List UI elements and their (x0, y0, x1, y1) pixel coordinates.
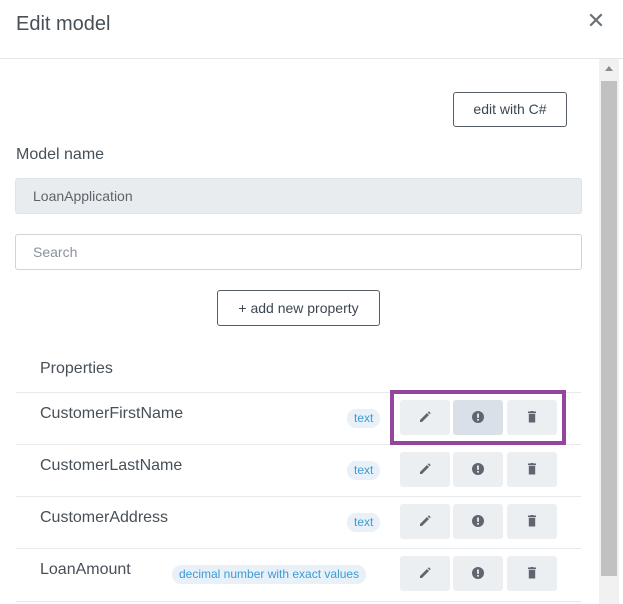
pencil-icon (420, 411, 431, 422)
property-row: CustomerLastName text (16, 444, 581, 497)
trash-icon (528, 515, 536, 527)
pencil-icon (420, 463, 431, 474)
close-icon[interactable]: ✕ (585, 10, 607, 32)
pencil-icon (420, 515, 431, 526)
edit-property-button[interactable] (400, 452, 450, 487)
edit-property-button[interactable] (400, 400, 450, 435)
trash-icon (528, 463, 536, 475)
property-validation-button[interactable] (453, 504, 503, 539)
delete-property-button[interactable] (507, 556, 557, 591)
properties-heading: Properties (40, 360, 113, 377)
delete-property-button[interactable] (507, 504, 557, 539)
property-validation-button[interactable] (453, 400, 503, 435)
dialog-title: Edit model (16, 13, 111, 35)
property-name: CustomerFirstName (40, 405, 184, 422)
exclamation-circle-icon (472, 411, 484, 423)
property-row: LoanAmount decimal number with exact val… (16, 548, 581, 602)
property-validation-button[interactable] (453, 452, 503, 487)
property-type-badge: decimal number with exact values (172, 565, 367, 584)
property-type-badge: text (347, 461, 381, 480)
property-name: LoanAmount (40, 561, 131, 578)
trash-icon (528, 411, 536, 423)
dialog-header: Edit model ✕ (0, 0, 623, 59)
pencil-icon (420, 567, 431, 578)
property-type-badge: text (347, 513, 381, 532)
property-type-badge: text (347, 409, 381, 428)
model-name-field: LoanApplication (15, 178, 582, 214)
delete-property-button[interactable] (507, 400, 557, 435)
scroll-thumb[interactable] (601, 81, 617, 576)
exclamation-circle-icon (472, 567, 484, 579)
exclamation-circle-icon (472, 515, 484, 527)
property-name: CustomerAddress (40, 509, 169, 526)
scroll-up-arrow-icon[interactable] (605, 66, 613, 71)
property-validation-button[interactable] (453, 556, 503, 591)
property-name: CustomerLastName (40, 457, 183, 474)
scrollbar[interactable] (599, 59, 619, 604)
add-new-property-button[interactable]: + add new property (217, 290, 380, 326)
property-row: CustomerFirstName text (16, 392, 581, 445)
edit-with-csharp-button[interactable]: edit with C# (453, 92, 567, 127)
edit-property-button[interactable] (400, 504, 450, 539)
search-input[interactable] (15, 234, 582, 270)
trash-icon (528, 567, 536, 579)
edit-property-button[interactable] (400, 556, 450, 591)
delete-property-button[interactable] (507, 452, 557, 487)
property-row: CustomerAddress text (16, 496, 581, 549)
model-name-label: Model name (16, 146, 105, 163)
exclamation-circle-icon (472, 463, 484, 475)
